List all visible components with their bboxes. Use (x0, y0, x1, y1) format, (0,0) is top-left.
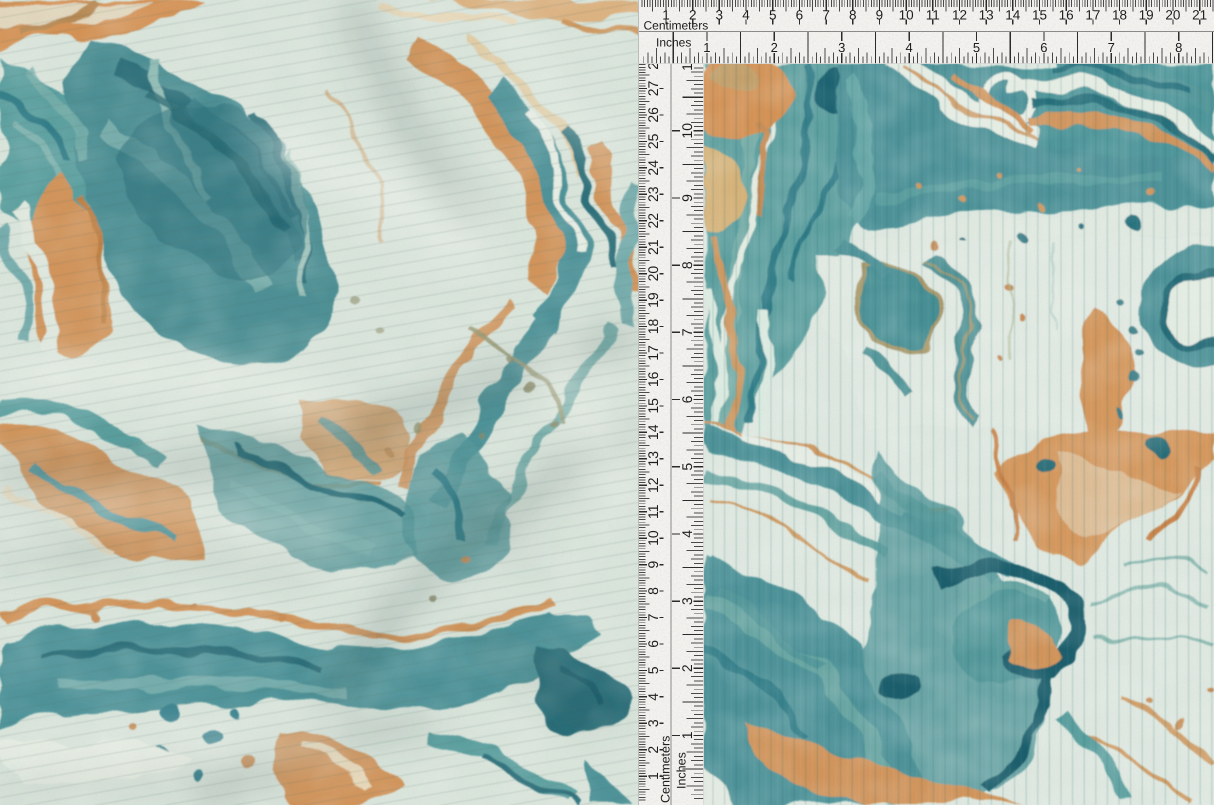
svg-text:9: 9 (679, 194, 695, 202)
svg-text:9: 9 (876, 8, 884, 23)
svg-text:Centimeters: Centimeters (644, 19, 709, 33)
svg-text:11: 11 (645, 504, 661, 519)
svg-text:4: 4 (905, 40, 912, 55)
svg-text:6: 6 (645, 640, 661, 648)
svg-text:Inches: Inches (656, 36, 691, 50)
svg-text:4: 4 (645, 693, 661, 701)
svg-text:13: 13 (645, 451, 661, 467)
svg-text:14: 14 (645, 424, 661, 440)
svg-text:3: 3 (679, 597, 695, 605)
svg-text:20: 20 (645, 266, 661, 282)
svg-text:8: 8 (679, 261, 695, 269)
svg-text:9: 9 (645, 560, 661, 568)
svg-text:21: 21 (645, 239, 661, 255)
svg-text:10: 10 (645, 530, 661, 546)
svg-text:17: 17 (645, 345, 661, 361)
svg-text:21: 21 (1192, 8, 1207, 23)
svg-text:20: 20 (1165, 8, 1180, 23)
svg-text:22: 22 (645, 213, 661, 229)
svg-text:12: 12 (952, 8, 967, 23)
svg-text:18: 18 (645, 319, 661, 335)
svg-text:3: 3 (645, 719, 661, 727)
svg-text:18: 18 (1112, 8, 1127, 23)
svg-text:10: 10 (679, 123, 695, 139)
svg-text:16: 16 (1059, 8, 1074, 23)
svg-text:4: 4 (679, 530, 695, 538)
svg-text:11: 11 (926, 8, 940, 23)
svg-text:13: 13 (979, 8, 994, 23)
svg-text:8: 8 (645, 587, 661, 595)
svg-text:17: 17 (1085, 8, 1100, 23)
svg-text:15: 15 (645, 398, 661, 414)
svg-text:25: 25 (645, 133, 661, 149)
svg-text:10: 10 (899, 8, 914, 23)
svg-text:8: 8 (1175, 40, 1182, 55)
svg-text:5: 5 (769, 8, 777, 23)
svg-text:7: 7 (679, 328, 695, 336)
svg-text:Inches: Inches (675, 752, 689, 789)
svg-text:5: 5 (973, 40, 980, 55)
svg-text:1: 1 (703, 40, 710, 55)
svg-text:27: 27 (645, 81, 661, 97)
svg-text:3: 3 (716, 8, 724, 23)
svg-text:2: 2 (679, 664, 695, 672)
svg-text:14: 14 (1005, 8, 1021, 23)
svg-text:8: 8 (849, 8, 857, 23)
svg-text:12: 12 (645, 477, 661, 493)
svg-text:24: 24 (645, 160, 661, 176)
svg-text:6: 6 (679, 395, 695, 403)
svg-text:1: 1 (679, 731, 695, 739)
svg-text:7: 7 (822, 8, 830, 23)
svg-text:6: 6 (1040, 40, 1047, 55)
svg-text:19: 19 (645, 292, 661, 308)
svg-text:23: 23 (645, 186, 661, 202)
svg-text:16: 16 (645, 371, 661, 387)
svg-text:Centimeters: Centimeters (659, 736, 673, 803)
svg-text:7: 7 (1108, 40, 1115, 55)
svg-text:19: 19 (1139, 8, 1154, 23)
svg-text:6: 6 (796, 8, 804, 23)
svg-text:26: 26 (645, 107, 661, 123)
svg-text:7: 7 (645, 613, 661, 621)
svg-text:4: 4 (742, 8, 750, 23)
svg-text:5: 5 (645, 666, 661, 674)
svg-text:5: 5 (679, 463, 695, 471)
svg-text:3: 3 (838, 40, 845, 55)
svg-text:2: 2 (771, 40, 778, 55)
svg-text:15: 15 (1032, 8, 1047, 23)
